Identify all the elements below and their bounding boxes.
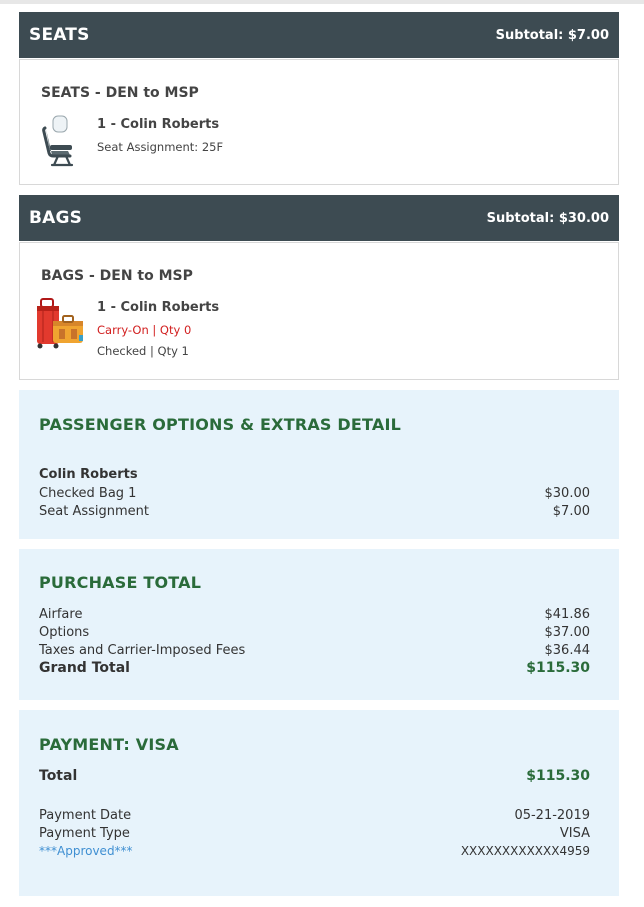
top-divider bbox=[0, 0, 644, 4]
approved-status: ***Approved*** bbox=[39, 844, 133, 858]
options-detail-panel: PASSENGER OPTIONS & EXTRAS DETAIL Colin … bbox=[19, 390, 619, 539]
options-detail-title: PASSENGER OPTIONS & EXTRAS DETAIL bbox=[39, 415, 402, 434]
seats-subtotal: Subtotal: $7.00 bbox=[495, 28, 609, 43]
grand-total-amount: $115.30 bbox=[526, 660, 590, 676]
purchase-total-title: PURCHASE TOTAL bbox=[39, 573, 202, 592]
options-line-item: Checked Bag 1 $30.00 bbox=[39, 486, 590, 504]
bags-passenger-name: 1 - Colin Roberts bbox=[97, 300, 220, 315]
options-item-amount: $7.00 bbox=[552, 504, 590, 519]
seats-passenger-name: 1 - Colin Roberts bbox=[97, 117, 220, 132]
payment-type-value: VISA bbox=[559, 826, 590, 841]
grand-total-label: Grand Total bbox=[39, 660, 130, 676]
seat-icon bbox=[40, 115, 80, 167]
options-item-label: Seat Assignment bbox=[39, 504, 149, 519]
payment-title: PAYMENT: VISA bbox=[39, 735, 179, 754]
seats-header: SEATS Subtotal: $7.00 bbox=[19, 12, 619, 58]
purchase-total-panel: PURCHASE TOTAL Airfare $41.86 Options $3… bbox=[19, 549, 619, 700]
card-number: XXXXXXXXXXXX4959 bbox=[460, 844, 590, 858]
bags-header: BAGS Subtotal: $30.00 bbox=[19, 195, 619, 241]
purchase-item-amount: $41.86 bbox=[544, 607, 591, 622]
purchase-line-item: Options $37.00 bbox=[39, 625, 590, 643]
purchase-item-amount: $36.44 bbox=[544, 643, 591, 658]
options-passenger-name: Colin Roberts bbox=[39, 467, 138, 482]
seat-assignment: Seat Assignment: 25F bbox=[97, 140, 224, 154]
payment-type-row: Payment Type VISA bbox=[39, 826, 590, 844]
purchase-line-item: Airfare $41.86 bbox=[39, 607, 590, 625]
checked-qty: Checked | Qty 1 bbox=[97, 344, 189, 358]
payment-total-row: Total $115.30 bbox=[39, 768, 590, 786]
luggage-icon bbox=[35, 297, 85, 349]
payment-date-row: Payment Date 05-21-2019 bbox=[39, 808, 590, 826]
grand-total-row: Grand Total $115.30 bbox=[39, 660, 590, 678]
bags-subtotal: Subtotal: $30.00 bbox=[486, 211, 609, 226]
purchase-item-amount: $37.00 bbox=[544, 625, 591, 640]
payment-total-amount: $115.30 bbox=[526, 768, 590, 784]
bags-card: BAGS - DEN to MSP 1 - Colin Roberts Carr… bbox=[19, 242, 619, 380]
payment-type-label: Payment Type bbox=[39, 826, 130, 841]
payment-date-label: Payment Date bbox=[39, 808, 132, 823]
bags-segment-title: BAGS - DEN to MSP bbox=[41, 268, 193, 284]
purchase-item-label: Airfare bbox=[39, 607, 83, 622]
payment-total-label: Total bbox=[39, 768, 78, 784]
carry-on-qty: Carry-On | Qty 0 bbox=[97, 323, 192, 337]
bags-header-title: BAGS bbox=[29, 208, 83, 228]
purchase-line-item: Taxes and Carrier-Imposed Fees $36.44 bbox=[39, 643, 590, 661]
purchase-item-label: Options bbox=[39, 625, 90, 640]
payment-date-value: 05-21-2019 bbox=[514, 808, 590, 823]
seats-segment-title: SEATS - DEN to MSP bbox=[41, 85, 199, 101]
options-item-label: Checked Bag 1 bbox=[39, 486, 137, 501]
seats-card: SEATS - DEN to MSP 1 - Colin Roberts Sea… bbox=[19, 59, 619, 185]
options-line-item: Seat Assignment $7.00 bbox=[39, 504, 590, 522]
purchase-item-label: Taxes and Carrier-Imposed Fees bbox=[39, 643, 246, 658]
seats-header-title: SEATS bbox=[29, 25, 90, 45]
payment-approval-row: ***Approved*** XXXXXXXXXXXX4959 bbox=[39, 844, 590, 862]
payment-panel: PAYMENT: VISA Total $115.30 Payment Date… bbox=[19, 710, 619, 896]
options-item-amount: $30.00 bbox=[544, 486, 591, 501]
